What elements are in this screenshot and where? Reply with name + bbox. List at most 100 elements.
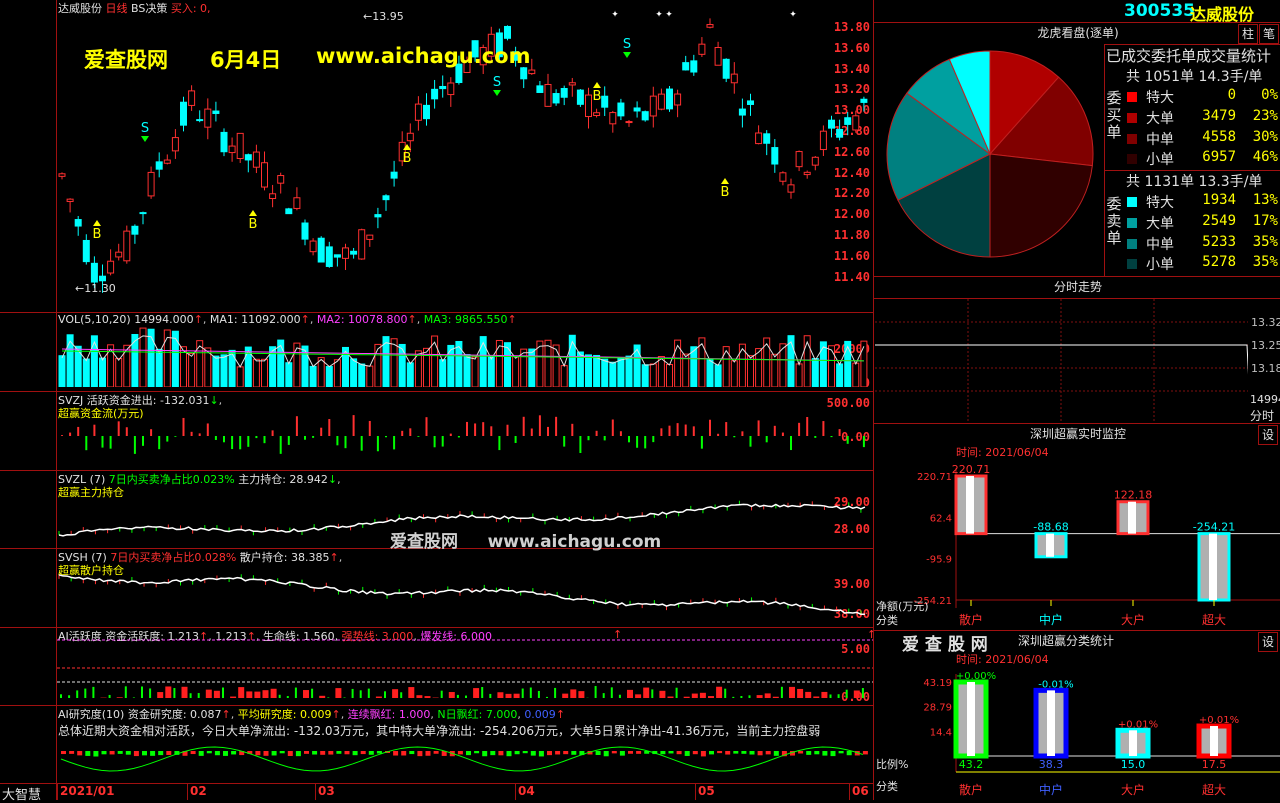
research-bar	[134, 751, 139, 756]
flow-bar	[669, 426, 671, 436]
candle-body	[237, 133, 243, 158]
legend-row: 大单347923%	[1124, 108, 1280, 128]
candle-body	[375, 215, 381, 217]
flow-bar	[118, 421, 120, 436]
volume-bar	[513, 356, 519, 387]
chart-area[interactable]: 达威股份 日线 BS决策 买入: 0, 13.8013.6013.4013.20…	[0, 0, 874, 800]
volume-bar	[853, 363, 859, 387]
research-bar	[77, 751, 82, 755]
flow-bar	[636, 436, 638, 448]
flow-bar	[191, 432, 193, 436]
research-bar	[126, 751, 131, 755]
monitor-settings-button[interactable]: 设	[1258, 425, 1278, 445]
active-bar	[830, 694, 832, 698]
research-bar	[847, 751, 852, 755]
monitor-category: 散户	[959, 612, 983, 627]
stroke-button[interactable]: 笔	[1259, 24, 1279, 44]
x-tick-mark	[695, 784, 696, 800]
active-bar	[254, 692, 260, 698]
volume-bar	[294, 343, 300, 387]
class-change: +0.01%	[1118, 719, 1158, 730]
research-bar	[434, 751, 439, 754]
column-button[interactable]: 柱	[1238, 24, 1258, 44]
candle-body	[245, 155, 251, 160]
class-bar-shine	[967, 682, 975, 756]
x-tick-mark	[849, 784, 850, 800]
x-tick: 04	[518, 784, 535, 798]
flow-bar	[814, 436, 816, 438]
flow-bar	[758, 420, 760, 436]
research-bar	[231, 751, 236, 754]
flow-bar	[409, 428, 411, 436]
active-bar	[206, 690, 212, 698]
flow-bar	[863, 436, 865, 447]
x-tick-mark	[515, 784, 516, 800]
research-bar	[142, 751, 147, 755]
active-bar	[765, 693, 771, 698]
research-bar	[69, 751, 74, 754]
research-bar	[523, 751, 528, 753]
flow-bar	[247, 436, 249, 447]
legend-name: 中单	[1146, 129, 1174, 149]
class-category: 超大	[1202, 782, 1226, 797]
flow-bar	[822, 421, 824, 436]
candle-body	[812, 157, 818, 165]
research-bar	[831, 751, 836, 756]
research-bar	[806, 751, 811, 755]
flow-bar	[693, 426, 695, 436]
legend-name: 中单	[1146, 234, 1174, 254]
candle-body	[545, 84, 551, 106]
flow-bar	[612, 420, 614, 436]
flow-bar	[847, 436, 849, 444]
pie-title: 龙虎看盘(逐单)	[876, 23, 1280, 45]
flow-bar	[166, 436, 168, 442]
candle-body	[739, 109, 745, 115]
flow-bar	[660, 428, 662, 436]
candle-body	[67, 199, 73, 201]
candle-body	[691, 61, 697, 72]
sell-marker: S	[493, 75, 501, 90]
research-bar	[677, 751, 682, 754]
class-value: 15.0	[1121, 758, 1146, 771]
flow-bar	[725, 422, 727, 436]
active-bar	[263, 690, 269, 698]
monitor-bar-chart: 220.7162.4-95.9-254.21220.71散户-88.68中户12…	[876, 458, 1280, 630]
active-bar	[708, 696, 714, 698]
active-bar	[84, 689, 86, 698]
flow-bar	[158, 436, 160, 449]
research-bar	[539, 751, 544, 756]
flow-bar	[150, 429, 152, 436]
research-bar	[417, 751, 422, 756]
class-settings-button[interactable]: 设	[1258, 632, 1278, 652]
candle-body	[505, 26, 511, 38]
candle-body	[529, 70, 535, 74]
flow-bar	[385, 436, 387, 437]
volume-bar	[610, 362, 616, 387]
candle-body	[577, 90, 583, 104]
candle-body	[367, 235, 373, 239]
active-bar	[546, 697, 548, 698]
candle-body	[780, 173, 786, 181]
research-bar	[725, 751, 730, 755]
retail-holding-chart	[57, 560, 873, 625]
active-bar	[214, 691, 220, 698]
flow-bar	[839, 429, 841, 436]
active-bar	[441, 691, 443, 698]
active-bar	[92, 687, 94, 698]
legend-pct: 13%	[1253, 192, 1278, 208]
candle-body	[278, 176, 284, 184]
candle-body	[253, 152, 259, 167]
candle-body	[804, 172, 810, 174]
flow-bar	[701, 436, 703, 449]
active-bar	[335, 688, 341, 698]
volume-bar	[221, 355, 227, 387]
active-bar	[732, 697, 734, 698]
flow-bar	[280, 436, 282, 454]
stats-title: 已成交委托单成交量统计	[1106, 45, 1271, 66]
research-bar	[353, 751, 358, 755]
research-bar	[223, 751, 228, 756]
candle-body	[415, 104, 421, 120]
candle-body	[553, 94, 559, 103]
monitor-value: -254.21	[1193, 521, 1235, 534]
volume-bar	[359, 364, 365, 387]
